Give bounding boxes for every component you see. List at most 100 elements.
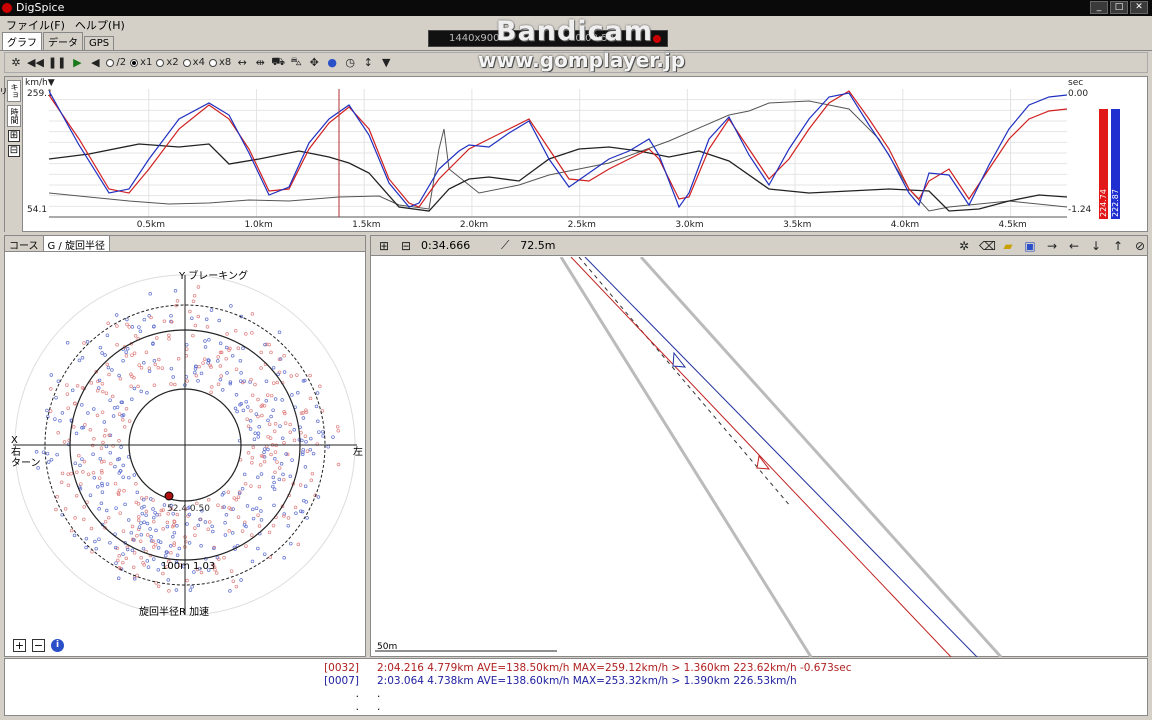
settings-icon[interactable]: ✲ [957,239,971,253]
g-sample-point [249,484,253,488]
g-sample-point [124,354,129,358]
speed-option-x1[interactable]: x1 [130,55,152,71]
eraser-icon[interactable]: ⌫ [979,239,996,253]
g-sample-point [104,391,109,395]
zoom-out-icon[interactable]: ⊟ [8,145,20,157]
g-sample-point [286,523,291,528]
g-sample-point [273,422,278,426]
close-button[interactable]: ✕ [1130,1,1148,14]
g-sample-point [282,556,286,560]
g-sample-point [82,459,87,464]
g-sample-point [311,451,316,456]
g-sample-point [223,533,228,537]
speed-option-half[interactable]: /2 [106,55,126,71]
car-alt-icon[interactable]: ⛍ [289,55,303,71]
tab-gps[interactable]: GPS [84,36,115,50]
speed-option-x4[interactable]: x4 [182,55,205,71]
g-sample-point [88,427,93,432]
clock-icon[interactable]: ◷ [343,55,357,71]
shrink-horizontal-icon[interactable]: ⇹ [253,55,267,71]
g-sample-point [254,506,259,510]
minimize-button[interactable]: _ [1090,1,1108,14]
g-sample-point [74,493,79,498]
menu-help[interactable]: ヘルプ(H) [75,17,125,33]
g-sample-point [229,569,234,573]
maximize-button[interactable]: □ [1110,1,1128,14]
g-circle-plot[interactable]: Y ブレーキング X 右 ターン 左 52.4 0.50 100m 1.03 旋… [5,253,365,633]
speed-option-x8[interactable]: x8 [208,55,231,71]
tab-graph[interactable]: グラフ [2,32,42,50]
right-top-label: 0.00 [1068,89,1089,99]
globe-icon[interactable]: ● [325,55,339,71]
g-sample-point [139,389,143,394]
speed-option-x2[interactable]: x2 [156,55,179,71]
play-icon[interactable]: ▶ [70,55,84,71]
tab-course[interactable]: コース [5,236,44,252]
pause-icon[interactable]: ❚❚ [48,55,66,71]
g-sample-point [59,480,64,485]
g-sample-point [269,414,273,419]
g-sample-point [132,551,137,555]
g-sample-point [219,374,223,378]
red-lap-colorbar: 224.74 [1099,109,1108,219]
g-sample-point [115,405,120,410]
move-icon[interactable]: ✥ [307,55,321,71]
g-sample-point [185,522,189,526]
g-sample-point [100,410,105,414]
g-sample-point [121,560,125,565]
track-map-svg[interactable]: 50m [371,257,1147,657]
g-sample-point [135,534,139,538]
g-sample-point [117,488,122,493]
x-tick-label: 4.0km [891,220,919,230]
x-tick-label: 2.0km [460,220,488,230]
tab-g-radius[interactable]: G / 旋回半径 [43,236,110,252]
lap-row[interactable]: . . [5,701,1147,714]
step-back-icon[interactable]: ◀ [88,55,102,71]
lap-row[interactable]: [0032] 2:04.216 4.779km AVE=138.50km/h M… [5,662,1147,675]
g-sample-point [165,524,170,529]
arrow-right-icon[interactable]: → [1045,239,1059,253]
side-tab-distance[interactable]: キョリ [0,80,21,102]
g-sample-point [193,370,197,375]
speed-graph-svg[interactable]: 0.5km 1.0km 1.5km 2.0km 2.5km 3.0km 3.5km 4.0km… [49,89,1067,231]
save-icon[interactable]: ▣ [1023,239,1037,253]
zoom-in-icon[interactable]: ⊞ [8,130,20,142]
zoom-out-icon[interactable]: ⊟ [399,239,413,253]
tab-data[interactable]: データ [43,32,83,50]
rewind-icon[interactable]: ◀◀ [27,55,44,71]
g-sample-point [218,377,223,382]
g-sample-point [259,509,263,513]
g-sample-point [241,346,245,351]
side-tab-time[interactable]: 時間 [7,105,21,127]
lap-row[interactable]: . . [5,688,1147,701]
arrow-up-icon[interactable]: ↑ [1111,239,1125,253]
open-folder-icon[interactable]: ▰ [1001,239,1015,253]
zoom-out-icon[interactable]: − [32,639,45,652]
measure-icon[interactable]: ⟋ [498,238,512,253]
dropdown-icon[interactable]: ▼ [379,55,393,71]
g-sample-point [162,503,167,507]
g-sample-point [303,484,308,488]
clear-icon[interactable]: ⊘ [1133,239,1147,253]
lap-row[interactable]: [0007] 2:03.064 4.738km AVE=138.60km/h M… [5,675,1147,688]
g-sample-point [256,397,260,402]
info-icon[interactable]: i [51,639,64,652]
g-sample-point [138,329,143,334]
zoom-in-icon[interactable]: ⊞ [377,239,391,253]
car-icon[interactable]: ⛟ [271,55,285,71]
g-sample-point [266,447,270,452]
zoom-in-icon[interactable]: + [13,639,26,652]
vertical-range-icon[interactable]: ↕ [361,55,375,71]
arrow-down-icon[interactable]: ↓ [1089,239,1103,253]
g-sample-point [127,325,131,329]
arrow-left-icon[interactable]: ← [1067,239,1081,253]
g-sample-point [275,380,280,385]
expand-horizontal-icon[interactable]: ↔ [235,55,249,71]
menu-file[interactable]: ファイル(F) [6,17,65,33]
g-sample-point [251,507,255,512]
settings-icon[interactable]: ✲ [9,55,23,71]
g-sample-point [246,424,251,428]
g-sample-point [155,336,159,340]
g-sample-point [116,558,120,563]
g-sample-point [156,567,161,572]
